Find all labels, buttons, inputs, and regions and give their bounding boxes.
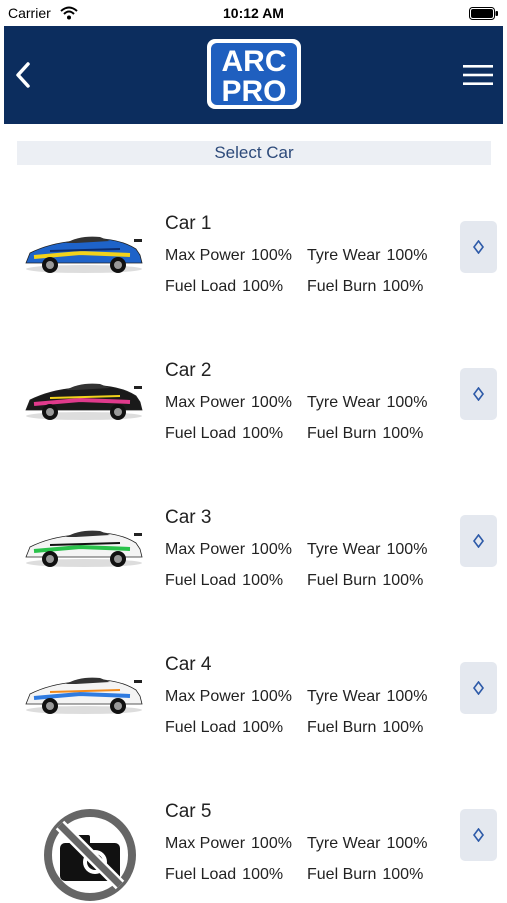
tyre-wear-stat: Tyre Wear 100% bbox=[307, 394, 427, 412]
fuel-load-label: Fuel Load bbox=[165, 425, 237, 442]
tyre-wear-value: 100% bbox=[386, 541, 428, 558]
battery-icon bbox=[469, 7, 498, 20]
max-power-label: Max Power bbox=[165, 688, 246, 705]
car-thumbnail bbox=[20, 372, 148, 424]
hamburger-menu-icon[interactable] bbox=[463, 64, 493, 86]
fuel-burn-stat: Fuel Burn 100% bbox=[307, 866, 423, 884]
tyre-wear-label: Tyre Wear bbox=[307, 394, 381, 411]
tyre-wear-label: Tyre Wear bbox=[307, 835, 381, 852]
car-row[interactable]: Car 4 Max Power 100% Tyre Wear 100% Fuel L… bbox=[0, 636, 507, 756]
fuel-burn-value: 100% bbox=[382, 719, 424, 736]
fuel-burn-value: 100% bbox=[382, 425, 424, 442]
max-power-value: 100% bbox=[251, 688, 292, 705]
car-settings-button[interactable] bbox=[460, 368, 497, 420]
fuel-burn-stat: Fuel Burn 100% bbox=[307, 719, 423, 737]
tyre-wear-label: Tyre Wear bbox=[307, 247, 381, 264]
car-row[interactable]: Car 5 Max Power 100% Tyre Wear 100% Fuel L… bbox=[0, 783, 507, 903]
fuel-burn-stat: Fuel Burn 100% bbox=[307, 278, 423, 296]
fuel-load-stat: Fuel Load 100% bbox=[165, 719, 283, 737]
fuel-load-stat: Fuel Load 100% bbox=[165, 866, 283, 884]
max-power-label: Max Power bbox=[165, 541, 246, 558]
max-power-value: 100% bbox=[251, 835, 292, 852]
tyre-wear-stat: Tyre Wear 100% bbox=[307, 247, 427, 265]
status-bar: Carrier 10:12 AM bbox=[0, 0, 507, 26]
fuel-burn-stat: Fuel Burn 100% bbox=[307, 425, 423, 443]
select-car-header: Select Car bbox=[17, 141, 491, 165]
car-settings-button[interactable] bbox=[460, 221, 497, 273]
car-thumbnail bbox=[20, 225, 148, 277]
car-name: Car 5 bbox=[165, 801, 212, 822]
fuel-burn-label: Fuel Burn bbox=[307, 572, 377, 589]
tyre-wear-label: Tyre Wear bbox=[307, 541, 381, 558]
app-header: ARC PRO bbox=[4, 26, 503, 124]
chevron-up-down-icon bbox=[473, 534, 484, 548]
no-photo-icon bbox=[44, 809, 136, 901]
white-blue-race-car-image bbox=[25, 677, 143, 714]
fuel-burn-value: 100% bbox=[382, 866, 424, 883]
tyre-wear-stat: Tyre Wear 100% bbox=[307, 541, 427, 559]
car-settings-button[interactable] bbox=[460, 515, 497, 567]
back-button[interactable] bbox=[12, 60, 34, 90]
chevron-up-down-icon bbox=[473, 828, 484, 842]
fuel-burn-label: Fuel Burn bbox=[307, 719, 377, 736]
max-power-value: 100% bbox=[251, 394, 292, 411]
chevron-up-down-icon bbox=[473, 387, 484, 401]
max-power-value: 100% bbox=[251, 247, 292, 264]
logo-line2: PRO bbox=[221, 75, 286, 108]
fuel-burn-value: 100% bbox=[382, 278, 424, 295]
fuel-load-value: 100% bbox=[242, 719, 284, 736]
max-power-stat: Max Power 100% bbox=[165, 541, 292, 559]
car-name: Car 1 bbox=[165, 213, 212, 234]
black-multicolor-race-car-image bbox=[25, 383, 143, 420]
car-name: Car 3 bbox=[165, 507, 212, 528]
max-power-label: Max Power bbox=[165, 247, 246, 264]
tyre-wear-value: 100% bbox=[386, 247, 428, 264]
car-settings-button[interactable] bbox=[460, 662, 497, 714]
tyre-wear-value: 100% bbox=[386, 688, 428, 705]
fuel-burn-label: Fuel Burn bbox=[307, 866, 377, 883]
fuel-load-value: 100% bbox=[242, 425, 284, 442]
car-thumbnail bbox=[20, 519, 148, 571]
tyre-wear-label: Tyre Wear bbox=[307, 688, 381, 705]
chevron-up-down-icon bbox=[473, 240, 484, 254]
fuel-load-value: 100% bbox=[242, 572, 284, 589]
car-row[interactable]: Car 1 Max Power 100% Tyre Wear 100% Fuel L… bbox=[0, 195, 507, 315]
tyre-wear-stat: Tyre Wear 100% bbox=[307, 835, 427, 853]
fuel-burn-stat: Fuel Burn 100% bbox=[307, 572, 423, 590]
max-power-value: 100% bbox=[251, 541, 292, 558]
car-name: Car 2 bbox=[165, 360, 212, 381]
car-thumbnail bbox=[20, 666, 148, 718]
fuel-burn-value: 100% bbox=[382, 572, 424, 589]
car-settings-button[interactable] bbox=[460, 809, 497, 861]
max-power-stat: Max Power 100% bbox=[165, 835, 292, 853]
fuel-load-stat: Fuel Load 100% bbox=[165, 425, 283, 443]
max-power-stat: Max Power 100% bbox=[165, 247, 292, 265]
blue-yellow-race-car-image bbox=[25, 236, 143, 273]
fuel-burn-label: Fuel Burn bbox=[307, 278, 377, 295]
tyre-wear-stat: Tyre Wear 100% bbox=[307, 688, 427, 706]
car-name: Car 4 bbox=[165, 654, 212, 675]
logo-line1: ARC bbox=[222, 45, 287, 78]
fuel-load-value: 100% bbox=[242, 278, 284, 295]
max-power-label: Max Power bbox=[165, 394, 246, 411]
car-row[interactable]: Car 3 Max Power 100% Tyre Wear 100% Fuel L… bbox=[0, 489, 507, 609]
fuel-burn-label: Fuel Burn bbox=[307, 425, 377, 442]
car-row[interactable]: Car 2 Max Power 100% Tyre Wear 100% Fuel L… bbox=[0, 342, 507, 462]
fuel-load-value: 100% bbox=[242, 866, 284, 883]
max-power-stat: Max Power 100% bbox=[165, 394, 292, 412]
fuel-load-label: Fuel Load bbox=[165, 572, 237, 589]
tyre-wear-value: 100% bbox=[386, 394, 428, 411]
fuel-load-label: Fuel Load bbox=[165, 278, 237, 295]
white-green-race-car-image bbox=[25, 530, 143, 567]
status-time: 10:12 AM bbox=[223, 5, 284, 21]
fuel-load-stat: Fuel Load 100% bbox=[165, 572, 283, 590]
chevron-up-down-icon bbox=[473, 681, 484, 695]
fuel-load-label: Fuel Load bbox=[165, 719, 237, 736]
tyre-wear-value: 100% bbox=[386, 835, 428, 852]
arc-pro-logo: ARC PRO bbox=[207, 39, 301, 109]
max-power-stat: Max Power 100% bbox=[165, 688, 292, 706]
max-power-label: Max Power bbox=[165, 835, 246, 852]
fuel-load-label: Fuel Load bbox=[165, 866, 237, 883]
fuel-load-stat: Fuel Load 100% bbox=[165, 278, 283, 296]
